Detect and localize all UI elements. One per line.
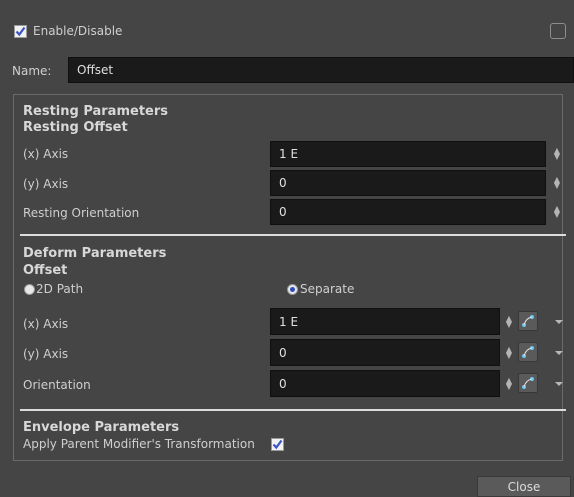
spinner-icon[interactable]: ▲ ▼ [553, 147, 561, 161]
name-label: Name: [12, 64, 52, 78]
function-curve-icon[interactable] [518, 311, 538, 331]
deform-x-input[interactable]: 1 E [270, 308, 500, 335]
function-curve-icon-graphic [522, 315, 534, 327]
enable-checkbox[interactable] [14, 25, 27, 38]
deform-y-label: (y) Axis [23, 347, 69, 361]
enable-label: Enable/Disable [33, 24, 123, 38]
deform-parameters-title: Deform Parameters [23, 246, 167, 261]
radio-separate[interactable] [287, 284, 298, 295]
apply-parent-checkbox[interactable] [271, 438, 284, 451]
deform-x-label: (x) Axis [23, 317, 69, 331]
envelope-parameters-title: Envelope Parameters [23, 420, 180, 435]
spinner-icon[interactable]: ▲ ▼ [553, 176, 561, 190]
radio-2d-path-label: 2D Path [36, 282, 84, 296]
name-input[interactable]: Offset [68, 57, 574, 83]
radio-2d-path[interactable] [24, 284, 35, 295]
dropdown-arrow-icon[interactable] [555, 320, 563, 324]
function-curve-icon[interactable] [518, 373, 538, 393]
close-button[interactable]: Close [477, 476, 571, 497]
spinner-icon[interactable]: ▲ ▼ [505, 315, 513, 329]
function-curve-icon-graphic [522, 346, 534, 358]
spinner-icon[interactable]: ▲ ▼ [505, 346, 513, 360]
radio-selected-dot [290, 287, 295, 292]
resting-orientation-label: Resting Orientation [23, 206, 140, 220]
dropdown-arrow-icon[interactable] [555, 351, 563, 355]
checkmark-icon [15, 26, 26, 37]
resting-x-label: (x) Axis [23, 147, 69, 161]
resting-offset-title: Resting Offset [23, 120, 128, 135]
resting-y-input[interactable]: 0 [270, 170, 546, 196]
resting-parameters-title: Resting Parameters [23, 104, 168, 119]
section-divider [20, 234, 566, 236]
top-right-checkbox[interactable] [550, 23, 566, 39]
deform-y-input[interactable]: 0 [270, 339, 500, 366]
function-curve-icon-graphic [522, 377, 534, 389]
deform-orientation-input[interactable]: 0 [270, 370, 500, 397]
spinner-icon[interactable]: ▲ ▼ [505, 377, 513, 391]
resting-x-input[interactable]: 1 E [270, 141, 546, 167]
checkmark-icon [272, 439, 283, 450]
deform-offset-title: Offset [23, 263, 68, 278]
dropdown-arrow-icon[interactable] [555, 382, 563, 386]
apply-parent-label: Apply Parent Modifier's Transformation [23, 437, 255, 451]
deform-orientation-label: Orientation [23, 378, 91, 392]
spinner-icon[interactable]: ▲ ▼ [553, 205, 561, 219]
resting-orientation-input[interactable]: 0 [270, 199, 546, 225]
section-divider [20, 409, 566, 411]
radio-separate-label: Separate [300, 282, 355, 296]
resting-y-label: (y) Axis [23, 177, 69, 191]
function-curve-icon[interactable] [518, 342, 538, 362]
